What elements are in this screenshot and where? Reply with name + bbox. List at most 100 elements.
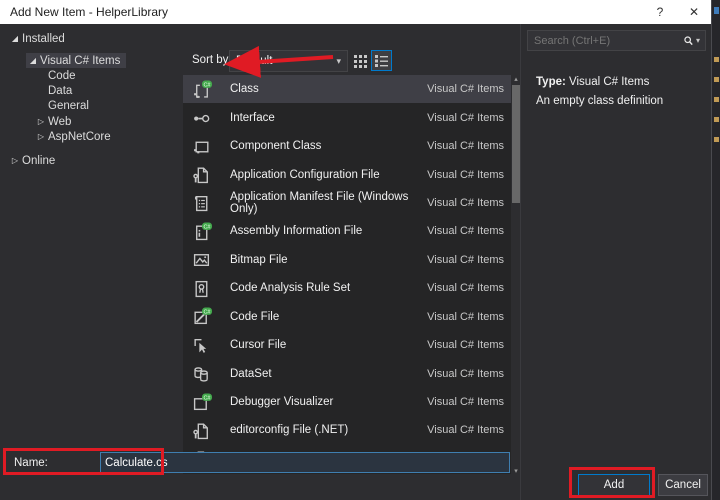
- list-item-debugger-visualizer[interactable]: C# Debugger VisualizerVisual C# Items: [183, 388, 511, 416]
- svg-text:C#: C#: [203, 395, 211, 401]
- chevron-collapsed-icon[interactable]: ▷: [34, 132, 48, 141]
- list-item-interface[interactable]: InterfaceVisual C# Items: [183, 103, 511, 131]
- panel-divider: [520, 24, 521, 500]
- config-file-icon: [190, 421, 214, 440]
- sidebar-item-aspnetcore[interactable]: ▷AspNetCore: [0, 129, 180, 144]
- sidebar-item-installed[interactable]: ◢Installed: [0, 31, 180, 46]
- list-item-label: Code Analysis Rule Set: [230, 282, 427, 294]
- list-item-label: Debugger Visualizer: [230, 396, 427, 408]
- sidebar-item-visual-c-items[interactable]: ◢Visual C# Items: [0, 53, 180, 68]
- list-item-category: Visual C# Items: [427, 339, 504, 351]
- list-item-category: Visual C# Items: [427, 169, 504, 181]
- help-button[interactable]: ?: [643, 0, 677, 24]
- sidebar-item-web[interactable]: ▷Web: [0, 114, 180, 129]
- list-view-toggle[interactable]: [371, 50, 392, 71]
- list-item-code-file[interactable]: C# Code FileVisual C# Items: [183, 303, 511, 331]
- list-item-category: Visual C# Items: [427, 424, 504, 436]
- cancel-button[interactable]: Cancel: [658, 474, 708, 496]
- list-item-label: Class: [230, 83, 427, 95]
- list-item-label: Component Class: [230, 140, 427, 152]
- list-item-code-analysis-rule-set[interactable]: Code Analysis Rule SetVisual C# Items: [183, 274, 511, 302]
- scroll-mark: [714, 137, 719, 142]
- list-item-cursor-file[interactable]: Cursor FileVisual C# Items: [183, 331, 511, 359]
- bitmap-file-icon: [190, 250, 214, 269]
- list-item-assembly-information-file[interactable]: C# Assembly Information FileVisual C# Ite…: [183, 217, 511, 245]
- small-icons-view-icon[interactable]: [353, 53, 369, 69]
- item-description: An empty class definition: [536, 95, 663, 107]
- component-icon: [190, 137, 214, 156]
- type-value: Visual C# Items: [569, 76, 649, 88]
- scrollbar-thumb[interactable]: [512, 85, 520, 203]
- type-label: Type:: [536, 76, 566, 88]
- sidebar-item-data[interactable]: Data: [0, 84, 180, 99]
- list-item-label: Application Configuration File: [230, 169, 427, 181]
- list-item-label: Interface: [230, 112, 427, 124]
- scroll-mark: [714, 77, 719, 82]
- scroll-mark: [714, 117, 719, 122]
- list-item-category: Visual C# Items: [427, 311, 504, 323]
- name-input[interactable]: [100, 452, 510, 473]
- dialog-body: ◢Installed◢Visual C# ItemsCodeDataGenera…: [0, 24, 711, 500]
- info-file-icon: C#: [190, 222, 214, 241]
- name-label: Name:: [14, 457, 48, 469]
- svg-text:C#: C#: [203, 310, 211, 316]
- list-item-bitmap-file[interactable]: Bitmap FileVisual C# Items: [183, 246, 511, 274]
- template-list: C#ClassVisual C# Items InterfaceVisual C…: [183, 75, 511, 474]
- item-type-line: Type: Visual C# Items: [536, 76, 649, 88]
- svg-text:C#: C#: [203, 224, 211, 230]
- list-item-class[interactable]: C# ClassVisual C# Items: [183, 75, 511, 103]
- config-file-icon: [190, 165, 214, 184]
- search-box[interactable]: ▾: [527, 30, 706, 51]
- rule-set-icon: [190, 279, 214, 298]
- interface-icon: [190, 108, 214, 127]
- background-window-edge: [711, 0, 720, 500]
- sidebar-item-label: Visual C# Items: [40, 55, 120, 67]
- add-new-item-dialog: Solution Ex Add New Item - HelperLibrary…: [0, 0, 720, 500]
- sort-by-value: Default: [236, 55, 336, 67]
- code-file-icon: C#: [190, 307, 214, 326]
- dialog-title: Add New Item - HelperLibrary: [0, 5, 643, 19]
- list-item-label: Application Manifest File (Windows Only): [230, 191, 427, 215]
- list-item-label: Bitmap File: [230, 254, 427, 266]
- sidebar-item-label: Installed: [22, 33, 65, 45]
- chevron-collapsed-icon[interactable]: ▷: [34, 117, 48, 126]
- list-item-component-class[interactable]: Component ClassVisual C# Items: [183, 132, 511, 160]
- chevron-expanded-icon[interactable]: ◢: [8, 34, 22, 43]
- sort-by-label: Sort by:: [192, 54, 232, 66]
- sidebar-item-label: Online: [22, 155, 55, 167]
- list-item-category: Visual C# Items: [427, 368, 504, 380]
- list-item-dataset[interactable]: DataSetVisual C# Items: [183, 359, 511, 387]
- list-item-category: Visual C# Items: [427, 112, 504, 124]
- sidebar-item-code[interactable]: Code: [0, 68, 180, 83]
- sidebar-item-online[interactable]: ▷Online: [0, 153, 180, 168]
- search-input[interactable]: [528, 35, 682, 47]
- debugger-icon: C#: [190, 393, 214, 412]
- list-item-application-configuration-file[interactable]: Application Configuration FileVisual C# …: [183, 160, 511, 188]
- close-button[interactable]: ✕: [677, 0, 711, 24]
- list-view-icon: [374, 53, 389, 68]
- class-icon: C#: [190, 80, 214, 99]
- list-item-category: Visual C# Items: [427, 225, 504, 237]
- sidebar-item-label: General: [48, 100, 89, 112]
- sidebar-item-general[interactable]: General: [0, 99, 180, 114]
- list-item-editorconfig-file-net[interactable]: editorconfig File (.NET)Visual C# Items: [183, 416, 511, 444]
- sidebar-item-label: AspNetCore: [48, 131, 111, 143]
- list-item-application-manifest-file-windows-only[interactable]: Application Manifest File (Windows Only)…: [183, 189, 511, 217]
- scroll-mark: [714, 57, 719, 62]
- list-item-category: Visual C# Items: [427, 396, 504, 408]
- list-item-label: Assembly Information File: [230, 225, 427, 237]
- list-item-category: Visual C# Items: [427, 83, 504, 95]
- list-item-category: Visual C# Items: [427, 282, 504, 294]
- scroll-mark: [714, 97, 719, 102]
- search-options-chevron-icon[interactable]: ▾: [695, 36, 705, 45]
- add-button[interactable]: Add: [578, 474, 650, 496]
- list-item-label: Cursor File: [230, 339, 427, 351]
- sort-by-dropdown[interactable]: Default ▾: [229, 50, 348, 72]
- svg-text:C#: C#: [203, 82, 211, 88]
- search-icon[interactable]: [682, 33, 695, 49]
- cursor-file-icon: [190, 336, 214, 355]
- chevron-collapsed-icon[interactable]: ▷: [8, 156, 22, 165]
- list-item-label: editorconfig File (.NET): [230, 424, 427, 436]
- chevron-expanded-icon[interactable]: ◢: [26, 56, 40, 65]
- list-item-label: Code File: [230, 311, 427, 323]
